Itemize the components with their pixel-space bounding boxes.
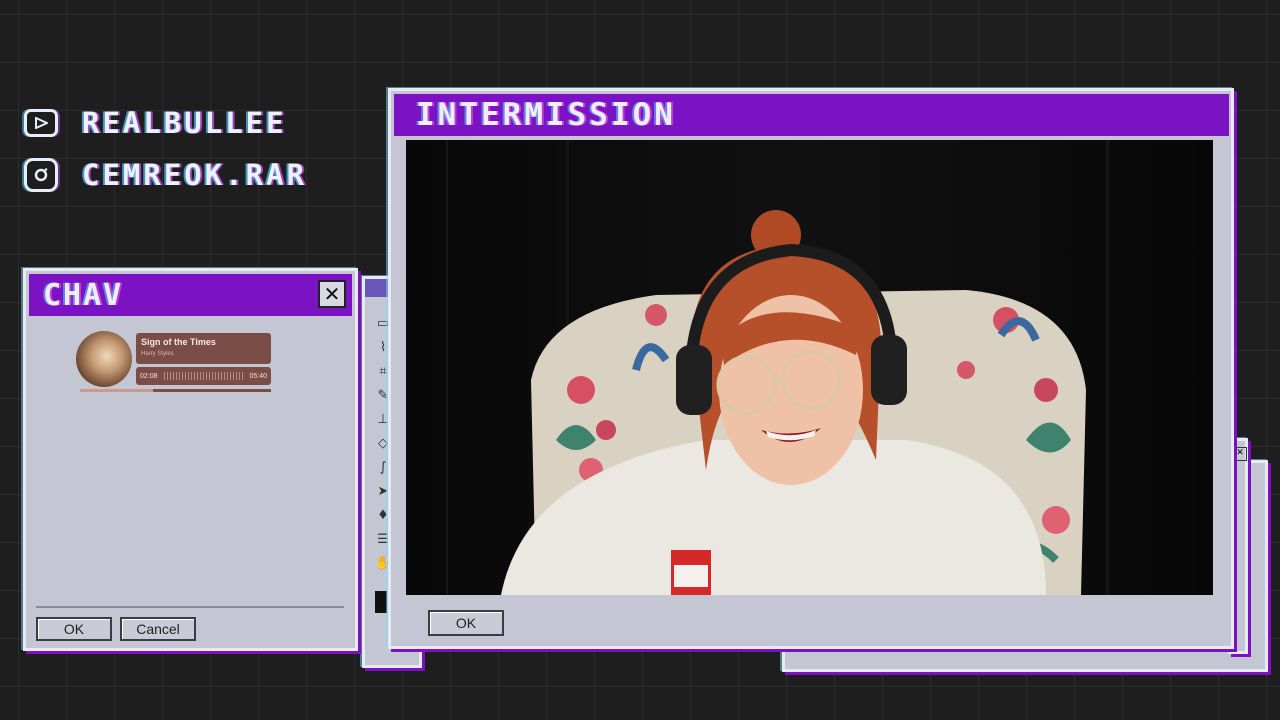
intermission-window: INTERMISSION OK	[388, 88, 1234, 649]
time-row: 02:08 05:40	[136, 367, 271, 385]
ok-button[interactable]: OK	[36, 617, 112, 641]
progress-track[interactable]	[80, 389, 271, 392]
youtube-icon	[24, 109, 58, 137]
waveform	[163, 372, 244, 380]
chat-titlebar: CHAV ✕	[29, 274, 352, 316]
ok-button[interactable]: OK	[428, 610, 504, 636]
song-card: Sign of the Times Harry Styles	[136, 333, 271, 364]
now-playing-widget: Sign of the Times Harry Styles 02:08 05:…	[76, 331, 271, 393]
chat-window: CHAV ✕ Sign of the Times Harry Styles 02…	[23, 268, 358, 651]
youtube-handle: REALBULLEE	[24, 106, 287, 140]
album-art	[76, 331, 132, 387]
song-title: Sign of the Times	[141, 337, 216, 347]
chat-title: CHAV	[43, 277, 124, 313]
song-artist: Harry Styles	[141, 351, 174, 357]
total-time: 05:40	[249, 372, 267, 380]
intermission-titlebar: INTERMISSION	[394, 94, 1229, 136]
instagram-handle: CEMREOK.RAR	[24, 158, 307, 192]
intermission-title: INTERMISSION	[416, 97, 676, 133]
close-icon: ✕	[1233, 447, 1247, 461]
close-button[interactable]: ✕	[318, 280, 346, 308]
instagram-icon	[24, 158, 58, 192]
instagram-handle-text: CEMREOK.RAR	[82, 158, 308, 192]
elapsed-time: 02:08	[140, 372, 158, 380]
youtube-handle-text: REALBULLEE	[82, 106, 287, 140]
progress-fill	[80, 389, 153, 392]
webcam-feed	[406, 140, 1213, 595]
webcam-image	[406, 140, 1213, 595]
cancel-button[interactable]: Cancel	[120, 617, 196, 641]
color-swatch[interactable]	[375, 591, 387, 613]
divider	[36, 606, 344, 608]
